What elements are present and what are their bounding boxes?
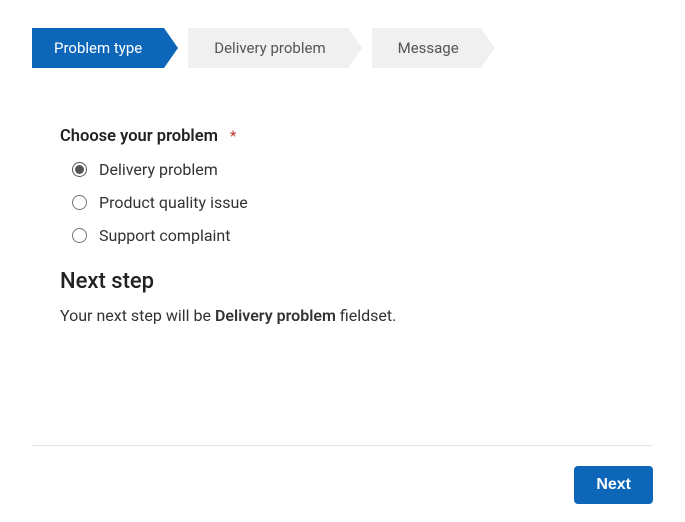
next-step-text: Your next step will be Delivery problem …: [60, 306, 625, 325]
radio-label[interactable]: Delivery problem: [99, 160, 218, 179]
next-step-suffix: fieldset.: [336, 306, 396, 325]
form-area: Choose your problem * Delivery problem P…: [0, 68, 685, 325]
breadcrumb-step-label: Message: [398, 39, 459, 57]
radio-group: Delivery problem Product quality issue S…: [60, 160, 625, 245]
radio-item-delivery-problem[interactable]: Delivery problem: [60, 160, 625, 179]
breadcrumb-step-delivery-problem[interactable]: Delivery problem: [188, 28, 347, 68]
next-button[interactable]: Next: [574, 466, 653, 504]
footer: Next: [32, 445, 653, 504]
question-row: Choose your problem *: [60, 126, 625, 146]
required-asterisk: *: [230, 127, 236, 145]
breadcrumb-step-label: Delivery problem: [214, 39, 325, 57]
radio-input[interactable]: [72, 162, 87, 177]
radio-label[interactable]: Product quality issue: [99, 193, 248, 212]
question-label: Choose your problem: [60, 127, 218, 146]
radio-input[interactable]: [72, 228, 87, 243]
next-step-prefix: Your next step will be: [60, 306, 215, 325]
next-step-bold: Delivery problem: [215, 306, 336, 325]
breadcrumb-step-label: Problem type: [54, 39, 142, 57]
breadcrumb: Problem type Delivery problem Message: [0, 0, 685, 68]
radio-label[interactable]: Support complaint: [99, 226, 231, 245]
breadcrumb-step-problem-type[interactable]: Problem type: [32, 28, 164, 68]
radio-item-product-quality[interactable]: Product quality issue: [60, 193, 625, 212]
radio-item-support-complaint[interactable]: Support complaint: [60, 226, 625, 245]
breadcrumb-step-message[interactable]: Message: [372, 28, 481, 68]
radio-input[interactable]: [72, 195, 87, 210]
next-step-heading: Next step: [60, 269, 625, 294]
